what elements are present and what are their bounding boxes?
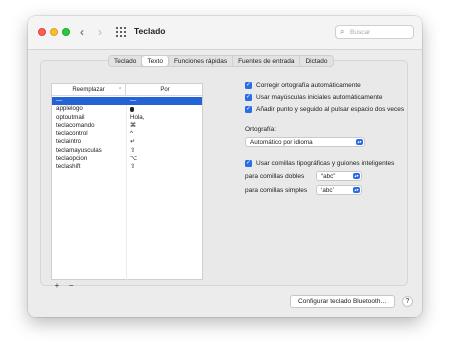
- column-header-with[interactable]: Por: [126, 84, 204, 96]
- double-quotes-popup[interactable]: “abc” ▴▾: [316, 171, 362, 181]
- preferences-window: ‹ › Teclado ⌕ Reemplazar ⌃ Por ——applelo…: [28, 16, 422, 317]
- with-cell: ⇧: [130, 146, 136, 154]
- remove-row-button[interactable]: −: [65, 281, 77, 290]
- back-chevron-icon[interactable]: ‹: [76, 25, 88, 39]
- replace-cell: teclaintro: [56, 138, 82, 146]
- sort-caret-icon: ⌃: [118, 87, 123, 93]
- replacements-table[interactable]: Reemplazar ⌃ Por — — applelogo optoutmail Ho…: [51, 83, 203, 280]
- tab-texto[interactable]: Texto: [142, 56, 169, 66]
- double-quotes-value: “abc”: [321, 173, 336, 180]
- tab-teclado[interactable]: Teclado: [109, 56, 143, 66]
- tab-fuentes-de-entrada[interactable]: Fuentes de entrada: [233, 56, 301, 66]
- checkmark-icon: ✓: [245, 160, 252, 167]
- minimize-button[interactable]: [50, 28, 58, 36]
- show-all-grid-icon[interactable]: [116, 27, 126, 37]
- add-row-button[interactable]: +: [51, 281, 63, 290]
- with-cell: ⌥: [130, 155, 138, 163]
- table-footer: + −: [51, 281, 77, 290]
- replace-cell: —: [56, 97, 63, 104]
- smart-quotes-checkbox[interactable]: ✓ Usar comillas tipográficas y guiones i…: [245, 160, 394, 167]
- search-input[interactable]: [350, 27, 410, 37]
- replace-cell: teclacontrol: [56, 130, 88, 138]
- replace-cell: teclaopcion: [56, 155, 88, 163]
- table-row[interactable]: — —: [52, 97, 202, 106]
- with-cell: ⌘: [130, 121, 137, 129]
- table-row[interactable]: teclacomando ⌘: [52, 122, 202, 130]
- autocapitalize-checkbox[interactable]: ✓ Usar mayúsculas iniciales automáticame…: [245, 94, 382, 101]
- with-cell: ^: [130, 130, 133, 138]
- single-quotes-value: ‘abc’: [321, 187, 334, 194]
- title-bar: ‹ › Teclado ⌕: [28, 16, 422, 50]
- with-cell: ↵: [130, 138, 136, 146]
- window-title: Teclado: [134, 26, 166, 36]
- text-options: ✓ Corregir ortografía automáticamente ✓ …: [213, 61, 404, 281]
- checkmark-icon: ✓: [245, 106, 252, 113]
- with-cell: ⇧: [130, 163, 136, 171]
- column-header-replace[interactable]: Reemplazar: [52, 84, 126, 96]
- double-space-period-label: Añadir punto y seguido al pulsar espacio…: [256, 106, 405, 113]
- table-row[interactable]: teclamayusculas ⇧: [52, 147, 202, 155]
- single-quotes-popup[interactable]: ‘abc’ ▴▾: [316, 185, 362, 195]
- tab-dictado[interactable]: Dictado: [300, 56, 332, 66]
- close-button[interactable]: [38, 28, 46, 36]
- table-row[interactable]: applelogo: [52, 105, 202, 113]
- tab-bar: Teclado Texto Funciones rápidas Fuentes de …: [108, 55, 334, 67]
- with-cell: —: [130, 97, 137, 104]
- popup-arrows-icon: ▴▾: [353, 173, 360, 179]
- popup-arrows-icon: ▴▾: [353, 187, 360, 193]
- help-button[interactable]: ?: [402, 296, 413, 307]
- forward-chevron-icon[interactable]: ›: [94, 25, 106, 39]
- replace-cell: optoutmail: [56, 113, 85, 121]
- table-rows: — — applelogo optoutmail Hola, teclacomando ⌘ t…: [52, 97, 202, 172]
- search-icon: ⌕: [340, 27, 345, 36]
- table-row[interactable]: optoutmail Hola,: [52, 114, 202, 122]
- single-quotes-label: para comillas simples: [245, 187, 308, 194]
- popup-arrows-icon: ▴▾: [356, 139, 363, 145]
- table-row[interactable]: teclaintro ↵: [52, 138, 202, 146]
- zoom-button[interactable]: [62, 28, 70, 36]
- autocorrect-checkbox[interactable]: ✓ Corregir ortografía automáticamente: [245, 82, 361, 89]
- table-row[interactable]: teclashift ⇧: [52, 163, 202, 171]
- spelling-label: Ortografía:: [245, 126, 277, 133]
- search-field[interactable]: ⌕: [335, 25, 414, 39]
- autocapitalize-label: Usar mayúsculas iniciales automáticament…: [256, 94, 383, 101]
- tab-funciones-rápidas[interactable]: Funciones rápidas: [169, 56, 234, 66]
- smart-quotes-label: Usar comillas tipográficas y guiones int…: [256, 160, 395, 167]
- with-cell: Hola,: [130, 113, 145, 121]
- replace-cell: teclashift: [56, 163, 81, 171]
- table-header: Reemplazar ⌃ Por: [52, 84, 202, 96]
- table-row[interactable]: teclaopcion ⌥: [52, 155, 202, 163]
- replace-cell: teclamayusculas: [56, 146, 102, 154]
- table-row[interactable]: teclacontrol ^: [52, 130, 202, 138]
- autocorrect-label: Corregir ortografía automáticamente: [256, 82, 361, 89]
- apple-logo-icon: [130, 107, 134, 113]
- checkmark-icon: ✓: [245, 94, 252, 101]
- setup-bluetooth-keyboard-button[interactable]: Configurar teclado Bluetooth…: [290, 295, 395, 308]
- spelling-value: Automático por idioma: [250, 139, 313, 146]
- text-pane: Reemplazar ⌃ Por — — applelogo optoutmail Ho…: [40, 60, 408, 290]
- replace-cell: teclacomando: [56, 121, 95, 129]
- spelling-popup[interactable]: Automático por idioma ▴▾: [245, 137, 365, 147]
- replace-cell: applelogo: [56, 105, 83, 113]
- double-space-period-checkbox[interactable]: ✓ Añadir punto y seguido al pulsar espac…: [245, 106, 404, 113]
- double-quotes-label: para comillas dobles: [245, 173, 305, 180]
- checkmark-icon: ✓: [245, 82, 252, 89]
